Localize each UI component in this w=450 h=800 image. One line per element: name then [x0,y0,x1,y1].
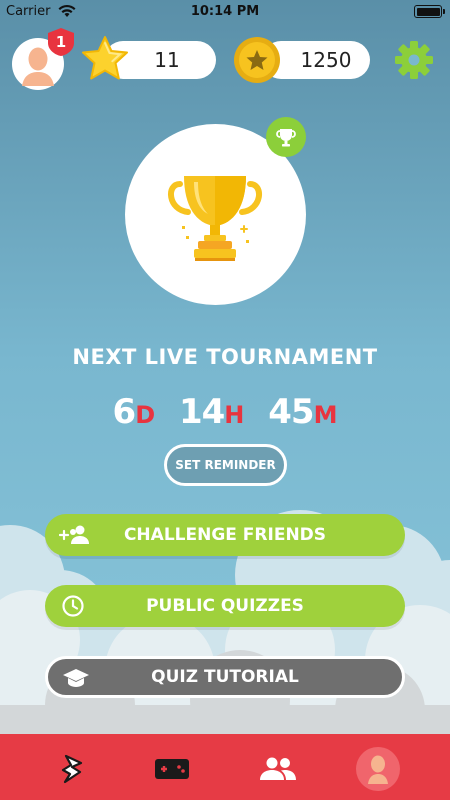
coin-star-icon [246,50,268,70]
gear-icon[interactable] [393,39,435,81]
set-reminder-button[interactable]: SET REMINDER [164,444,287,486]
tournament-countdown: 6D 14H 45M [0,392,450,432]
status-bar: Carrier 10:14 PM [0,0,450,24]
quiz-tutorial-label: QUIZ TUTORIAL [151,667,299,687]
nav-games[interactable] [150,747,194,791]
coins-count: 1250 [300,48,352,72]
small-trophy-icon [276,129,296,147]
challenge-friends-label: CHALLENGE FRIENDS [123,525,327,545]
bolt-icon [61,754,83,784]
public-quizzes-label: PUBLIC QUIZZES [146,596,304,616]
friends-icon [260,757,296,780]
tournament-badge [266,117,306,157]
nav-quick-play[interactable] [50,747,94,791]
battery-icon [414,5,445,18]
countdown-days-unit: D [135,401,156,429]
countdown-minutes: 45 [268,392,314,432]
nav-profile[interactable] [356,747,400,791]
challenge-friends-button[interactable]: CHALLENGE FRIENDS [45,514,405,556]
coin-icon [234,37,280,83]
next-tournament-title: NEXT LIVE TOURNAMENT [72,345,378,369]
countdown-days: 6 [112,392,137,432]
public-quizzes-button[interactable]: PUBLIC QUIZZES [45,585,405,627]
bottom-nav [0,734,450,800]
nav-friends[interactable] [256,747,300,791]
profile-icon [368,755,388,784]
countdown-hours-unit: H [224,401,245,429]
trophy-icon [168,176,262,261]
stars-count: 11 [154,48,180,72]
star-icon [82,36,128,80]
status-time: 10:14 PM [190,4,260,19]
countdown-minutes-unit: M [313,401,338,429]
countdown-hours: 14 [178,392,225,432]
gamepad-icon [155,759,189,779]
quiz-tutorial-button[interactable]: QUIZ TUTORIAL [45,656,405,698]
